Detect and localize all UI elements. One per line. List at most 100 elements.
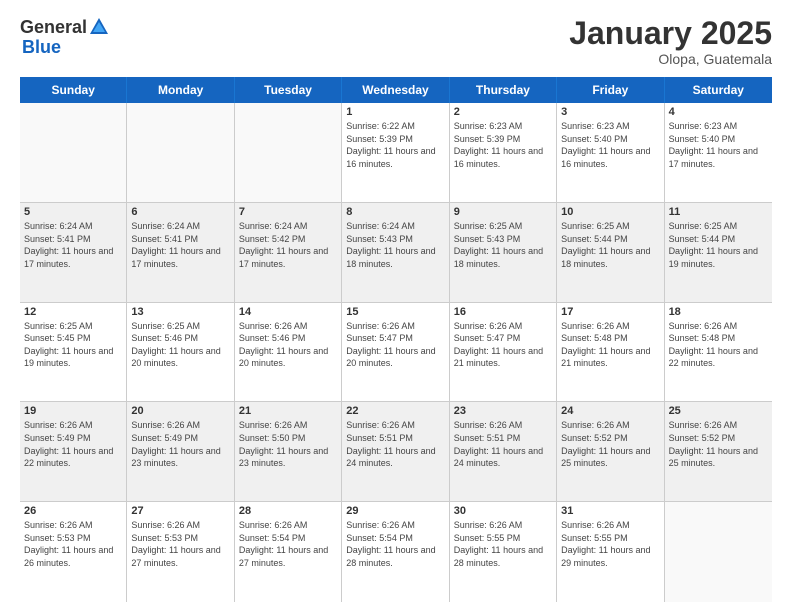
day-number: 20 <box>131 405 229 417</box>
day-number: 3 <box>561 106 659 118</box>
cal-cell-w3-d7: 18Sunrise: 6:26 AM Sunset: 5:48 PM Dayli… <box>665 303 772 402</box>
cal-cell-w2-d1: 5 Sunrise: 6:24 AM Sunset: 5:41 PM Daylig… <box>20 203 127 302</box>
day-number: 28 <box>239 505 337 517</box>
cal-cell-w1-d2 <box>127 103 234 202</box>
cal-cell-w3-d4: 15 Sunrise: 6:26 AM Sunset: 5:47 PM Dayli… <box>342 303 449 402</box>
logo-general-text: General <box>20 17 87 38</box>
day-number: 5 <box>24 206 122 218</box>
cal-week-4: 19 Sunrise: 6:26 AM Sunset: 5:49 PM Dayli… <box>20 402 772 502</box>
day-number: 13 <box>131 306 229 318</box>
cal-cell-w4-d1: 19 Sunrise: 6:26 AM Sunset: 5:49 PM Dayli… <box>20 402 127 501</box>
day-number: 10 <box>561 206 659 218</box>
location-text: Olopa, Guatemala <box>569 51 772 67</box>
month-title: January 2025 <box>569 16 772 51</box>
day-number: 22 <box>346 405 444 417</box>
day-info: Sunrise: 6:26 AM Sunset: 5:48 PM Dayligh… <box>669 320 768 370</box>
cal-cell-w2-d6: 10 Sunrise: 6:25 AM Sunset: 5:44 PM Dayli… <box>557 203 664 302</box>
cal-week-2: 5 Sunrise: 6:24 AM Sunset: 5:41 PM Daylig… <box>20 203 772 303</box>
cal-cell-w2-d5: 9 Sunrise: 6:25 AM Sunset: 5:43 PM Daylig… <box>450 203 557 302</box>
day-number: 25 <box>669 405 768 417</box>
cal-cell-w2-d7: 11Sunrise: 6:25 AM Sunset: 5:44 PM Dayli… <box>665 203 772 302</box>
day-number: 1 <box>346 106 444 118</box>
cal-cell-w4-d3: 21 Sunrise: 6:26 AM Sunset: 5:50 PM Dayli… <box>235 402 342 501</box>
day-number: 15 <box>346 306 444 318</box>
calendar-body: 1 Sunrise: 6:22 AM Sunset: 5:39 PM Daylig… <box>20 103 772 602</box>
day-number: 30 <box>454 505 552 517</box>
day-number: 12 <box>24 306 122 318</box>
day-number: 19 <box>24 405 122 417</box>
day-number: 8 <box>346 206 444 218</box>
cal-cell-w5-d3: 28 Sunrise: 6:26 AM Sunset: 5:54 PM Dayli… <box>235 502 342 602</box>
cal-cell-w2-d4: 8 Sunrise: 6:24 AM Sunset: 5:43 PM Daylig… <box>342 203 449 302</box>
day-info: Sunrise: 6:24 AM Sunset: 5:43 PM Dayligh… <box>346 220 444 270</box>
day-info: Sunrise: 6:26 AM Sunset: 5:49 PM Dayligh… <box>24 419 122 469</box>
day-number: 9 <box>454 206 552 218</box>
cal-week-5: 26Sunrise: 6:26 AM Sunset: 5:53 PM Dayli… <box>20 502 772 602</box>
weekday-friday: Friday <box>557 77 664 103</box>
header: General Blue January 2025 Olopa, Guatema… <box>20 16 772 67</box>
day-info: Sunrise: 6:26 AM Sunset: 5:47 PM Dayligh… <box>346 320 444 370</box>
day-info: Sunrise: 6:23 AM Sunset: 5:39 PM Dayligh… <box>454 120 552 170</box>
logo-blue-text: Blue <box>22 38 61 56</box>
cal-cell-w5-d2: 27Sunrise: 6:26 AM Sunset: 5:53 PM Dayli… <box>127 502 234 602</box>
day-number: 17 <box>561 306 659 318</box>
logo: General Blue <box>20 16 111 56</box>
day-number: 24 <box>561 405 659 417</box>
weekday-thursday: Thursday <box>450 77 557 103</box>
day-number: 7 <box>239 206 337 218</box>
day-info: Sunrise: 6:26 AM Sunset: 5:53 PM Dayligh… <box>24 519 122 569</box>
cal-cell-w5-d7 <box>665 502 772 602</box>
cal-cell-w4-d4: 22Sunrise: 6:26 AM Sunset: 5:51 PM Dayli… <box>342 402 449 501</box>
day-info: Sunrise: 6:23 AM Sunset: 5:40 PM Dayligh… <box>669 120 768 170</box>
day-info: Sunrise: 6:26 AM Sunset: 5:46 PM Dayligh… <box>239 320 337 370</box>
day-number: 14 <box>239 306 337 318</box>
day-info: Sunrise: 6:26 AM Sunset: 5:53 PM Dayligh… <box>131 519 229 569</box>
day-info: Sunrise: 6:26 AM Sunset: 5:52 PM Dayligh… <box>669 419 768 469</box>
cal-cell-w3-d2: 13Sunrise: 6:25 AM Sunset: 5:46 PM Dayli… <box>127 303 234 402</box>
cal-cell-w1-d3 <box>235 103 342 202</box>
cal-cell-w3-d6: 17 Sunrise: 6:26 AM Sunset: 5:48 PM Dayli… <box>557 303 664 402</box>
day-info: Sunrise: 6:25 AM Sunset: 5:43 PM Dayligh… <box>454 220 552 270</box>
cal-cell-w3-d1: 12 Sunrise: 6:25 AM Sunset: 5:45 PM Dayli… <box>20 303 127 402</box>
day-number: 29 <box>346 505 444 517</box>
day-info: Sunrise: 6:26 AM Sunset: 5:51 PM Dayligh… <box>454 419 552 469</box>
day-number: 21 <box>239 405 337 417</box>
cal-cell-w4-d6: 24Sunrise: 6:26 AM Sunset: 5:52 PM Dayli… <box>557 402 664 501</box>
weekday-sunday: Sunday <box>20 77 127 103</box>
cal-week-3: 12 Sunrise: 6:25 AM Sunset: 5:45 PM Dayli… <box>20 303 772 403</box>
day-info: Sunrise: 6:26 AM Sunset: 5:54 PM Dayligh… <box>239 519 337 569</box>
day-info: Sunrise: 6:26 AM Sunset: 5:47 PM Dayligh… <box>454 320 552 370</box>
day-info: Sunrise: 6:25 AM Sunset: 5:44 PM Dayligh… <box>561 220 659 270</box>
calendar-header: Sunday Monday Tuesday Wednesday Thursday… <box>20 77 772 103</box>
cal-cell-w1-d1 <box>20 103 127 202</box>
day-info: Sunrise: 6:26 AM Sunset: 5:55 PM Dayligh… <box>454 519 552 569</box>
cal-cell-w2-d2: 6 Sunrise: 6:24 AM Sunset: 5:41 PM Daylig… <box>127 203 234 302</box>
cal-cell-w5-d5: 30 Sunrise: 6:26 AM Sunset: 5:55 PM Dayli… <box>450 502 557 602</box>
day-number: 2 <box>454 106 552 118</box>
cal-cell-w4-d7: 25 Sunrise: 6:26 AM Sunset: 5:52 PM Dayli… <box>665 402 772 501</box>
cal-cell-w3-d3: 14 Sunrise: 6:26 AM Sunset: 5:46 PM Dayli… <box>235 303 342 402</box>
day-number: 16 <box>454 306 552 318</box>
cal-cell-w5-d4: 29 Sunrise: 6:26 AM Sunset: 5:54 PM Dayli… <box>342 502 449 602</box>
cal-cell-w3-d5: 16 Sunrise: 6:26 AM Sunset: 5:47 PM Dayli… <box>450 303 557 402</box>
day-number: 31 <box>561 505 659 517</box>
weekday-saturday: Saturday <box>665 77 772 103</box>
day-number: 11 <box>669 206 768 218</box>
day-info: Sunrise: 6:26 AM Sunset: 5:55 PM Dayligh… <box>561 519 659 569</box>
day-info: Sunrise: 6:26 AM Sunset: 5:54 PM Dayligh… <box>346 519 444 569</box>
cal-cell-w4-d2: 20Sunrise: 6:26 AM Sunset: 5:49 PM Dayli… <box>127 402 234 501</box>
day-info: Sunrise: 6:24 AM Sunset: 5:41 PM Dayligh… <box>24 220 122 270</box>
weekday-tuesday: Tuesday <box>235 77 342 103</box>
day-info: Sunrise: 6:25 AM Sunset: 5:45 PM Dayligh… <box>24 320 122 370</box>
day-number: 6 <box>131 206 229 218</box>
day-info: Sunrise: 6:22 AM Sunset: 5:39 PM Dayligh… <box>346 120 444 170</box>
day-info: Sunrise: 6:24 AM Sunset: 5:41 PM Dayligh… <box>131 220 229 270</box>
day-info: Sunrise: 6:26 AM Sunset: 5:50 PM Dayligh… <box>239 419 337 469</box>
cal-cell-w5-d6: 31 Sunrise: 6:26 AM Sunset: 5:55 PM Dayli… <box>557 502 664 602</box>
day-info: Sunrise: 6:23 AM Sunset: 5:40 PM Dayligh… <box>561 120 659 170</box>
title-block: January 2025 Olopa, Guatemala <box>569 16 772 67</box>
day-info: Sunrise: 6:26 AM Sunset: 5:48 PM Dayligh… <box>561 320 659 370</box>
cal-week-1: 1 Sunrise: 6:22 AM Sunset: 5:39 PM Daylig… <box>20 103 772 203</box>
logo-icon <box>88 16 110 38</box>
calendar: Sunday Monday Tuesday Wednesday Thursday… <box>20 77 772 602</box>
